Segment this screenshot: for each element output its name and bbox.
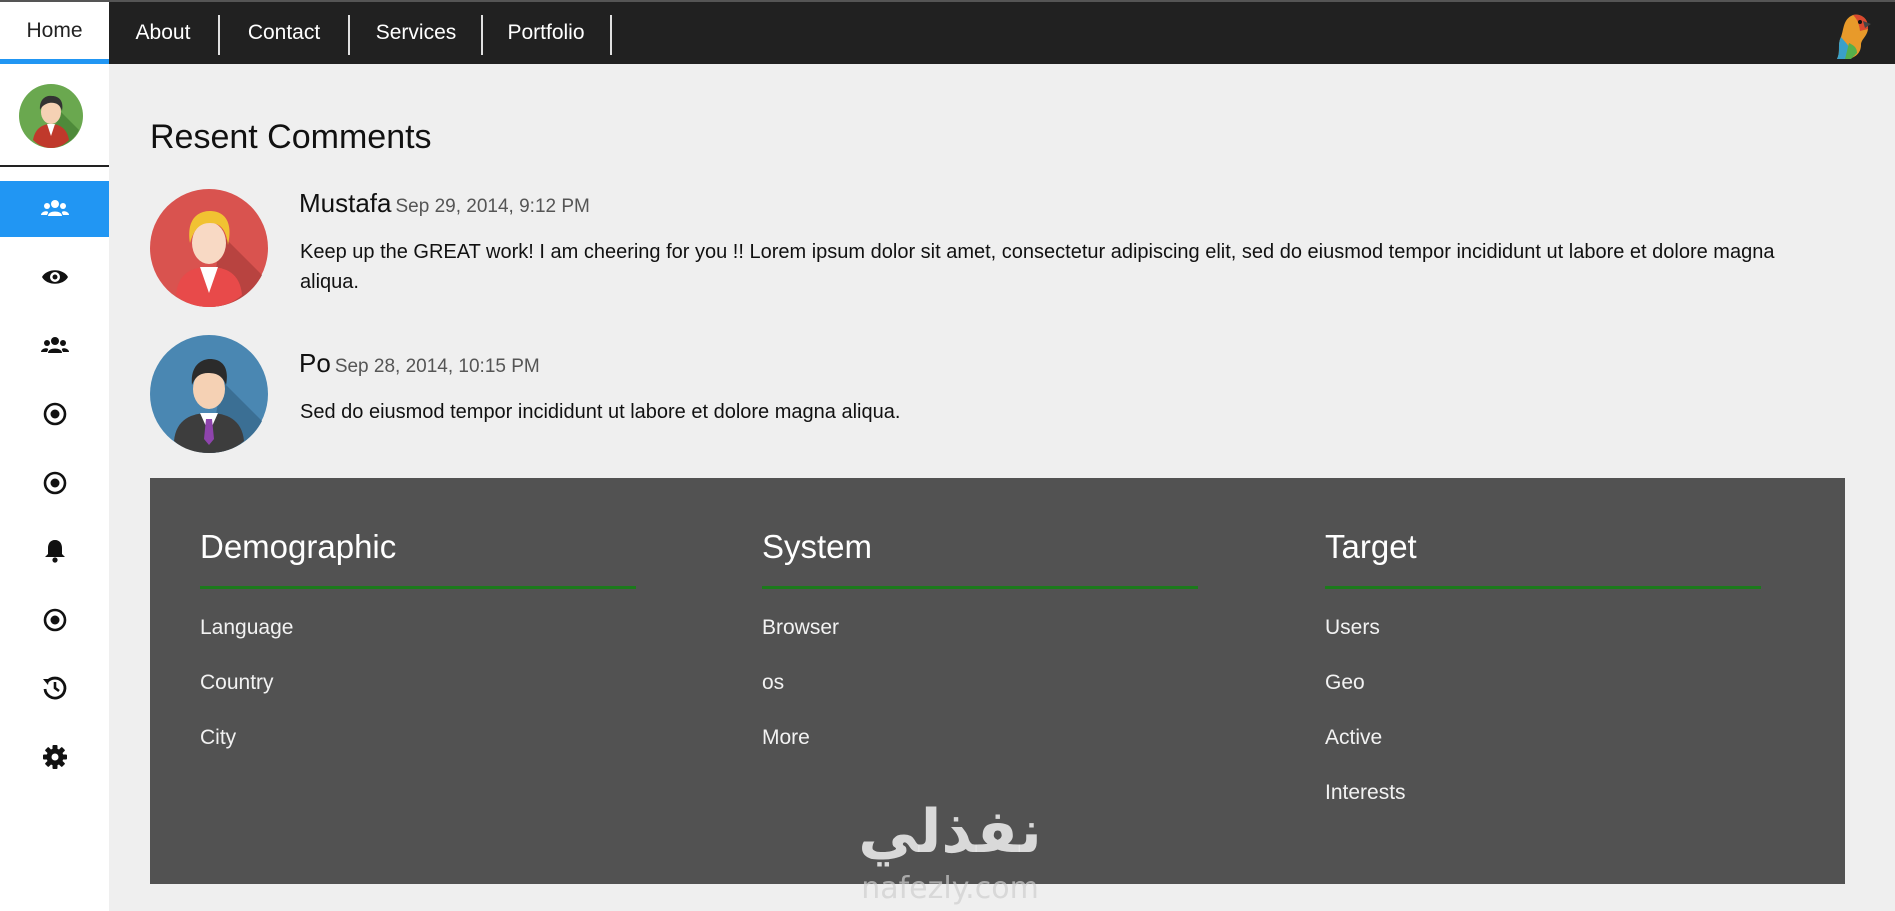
comment-author[interactable]: Mustafa Sep 29, 2014, 9:12 PM	[299, 188, 590, 219]
sidebar-item-history[interactable]	[0, 660, 109, 716]
eye-icon	[41, 270, 68, 284]
sidebar-item-users[interactable]	[0, 181, 109, 237]
comment-text: Keep up the GREAT work! I am cheering fo…	[300, 241, 1775, 293]
tab-separator	[218, 15, 220, 55]
radio-target-icon	[43, 471, 66, 495]
footer-link[interactable]: Language	[200, 616, 293, 640]
users-icon	[40, 337, 69, 353]
footer-link[interactable]: More	[762, 726, 810, 750]
users-icon	[40, 200, 69, 216]
user-avatar[interactable]	[19, 84, 83, 148]
bell-icon	[44, 540, 65, 563]
parrot-logo-icon[interactable]	[1827, 11, 1873, 61]
sidebar-item-groups[interactable]	[0, 318, 109, 374]
radio-target-icon	[43, 402, 66, 426]
top-navbar: Home About Contact Services Portfolio	[0, 0, 1895, 64]
tab-separator	[610, 15, 612, 55]
sidebar-item-target-2[interactable]	[0, 455, 109, 511]
watermark-subtext: nafezly.com	[861, 871, 1039, 906]
comment-date: Sep 29, 2014, 9:12 PM	[395, 196, 590, 217]
sidebar-item-views[interactable]	[0, 249, 109, 305]
comment-text: Sed do eiusmod tempor incididunt ut labo…	[300, 401, 901, 423]
comment-avatar	[150, 335, 268, 453]
tab-separator	[348, 15, 350, 55]
footer-link[interactable]: Browser	[762, 616, 839, 640]
tab-portfolio[interactable]: Portfolio	[484, 2, 608, 64]
sidebar-divider	[0, 165, 109, 167]
history-icon	[42, 676, 66, 700]
footer-link[interactable]: Users	[1325, 616, 1380, 640]
sidebar-item-notifications[interactable]	[0, 523, 109, 579]
comment-author[interactable]: Po Sep 28, 2014, 10:15 PM	[299, 348, 540, 379]
footer-link[interactable]: os	[762, 671, 784, 695]
sidebar-item-target-3[interactable]	[0, 592, 109, 648]
column-divider	[762, 586, 1198, 589]
comment-author-name[interactable]: Po	[299, 348, 331, 378]
page-title: Resent Comments	[150, 118, 432, 156]
sidebar-item-target-1[interactable]	[0, 386, 109, 442]
sidebar-item-settings[interactable]	[0, 729, 109, 785]
footer-link[interactable]: Geo	[1325, 671, 1365, 695]
footer-link[interactable]: Country	[200, 671, 274, 695]
comment-date: Sep 28, 2014, 10:15 PM	[334, 356, 540, 377]
column-divider	[1325, 586, 1761, 589]
footer-link[interactable]: Interests	[1325, 781, 1406, 805]
radio-target-icon	[43, 608, 66, 632]
gear-icon	[42, 745, 67, 769]
column-title: Target	[1325, 528, 1417, 565]
column-title: System	[762, 528, 873, 565]
tab-contact[interactable]: Contact	[222, 2, 346, 64]
footer-link[interactable]: Active	[1325, 726, 1382, 750]
tab-about[interactable]: About	[113, 2, 213, 64]
comment-avatar	[150, 189, 268, 307]
column-divider	[200, 586, 636, 589]
footer-link[interactable]: City	[200, 726, 236, 750]
watermark-text: نفذلي	[858, 797, 1042, 867]
sidebar	[0, 64, 109, 911]
column-title: Demographic	[200, 528, 397, 565]
comment-author-name[interactable]: Mustafa	[299, 188, 392, 218]
tab-separator	[481, 15, 483, 55]
nafezly-watermark-logo: نفذلي nafezly.com	[858, 797, 1042, 906]
tab-services[interactable]: Services	[352, 2, 480, 64]
tab-home[interactable]: Home	[0, 2, 109, 64]
